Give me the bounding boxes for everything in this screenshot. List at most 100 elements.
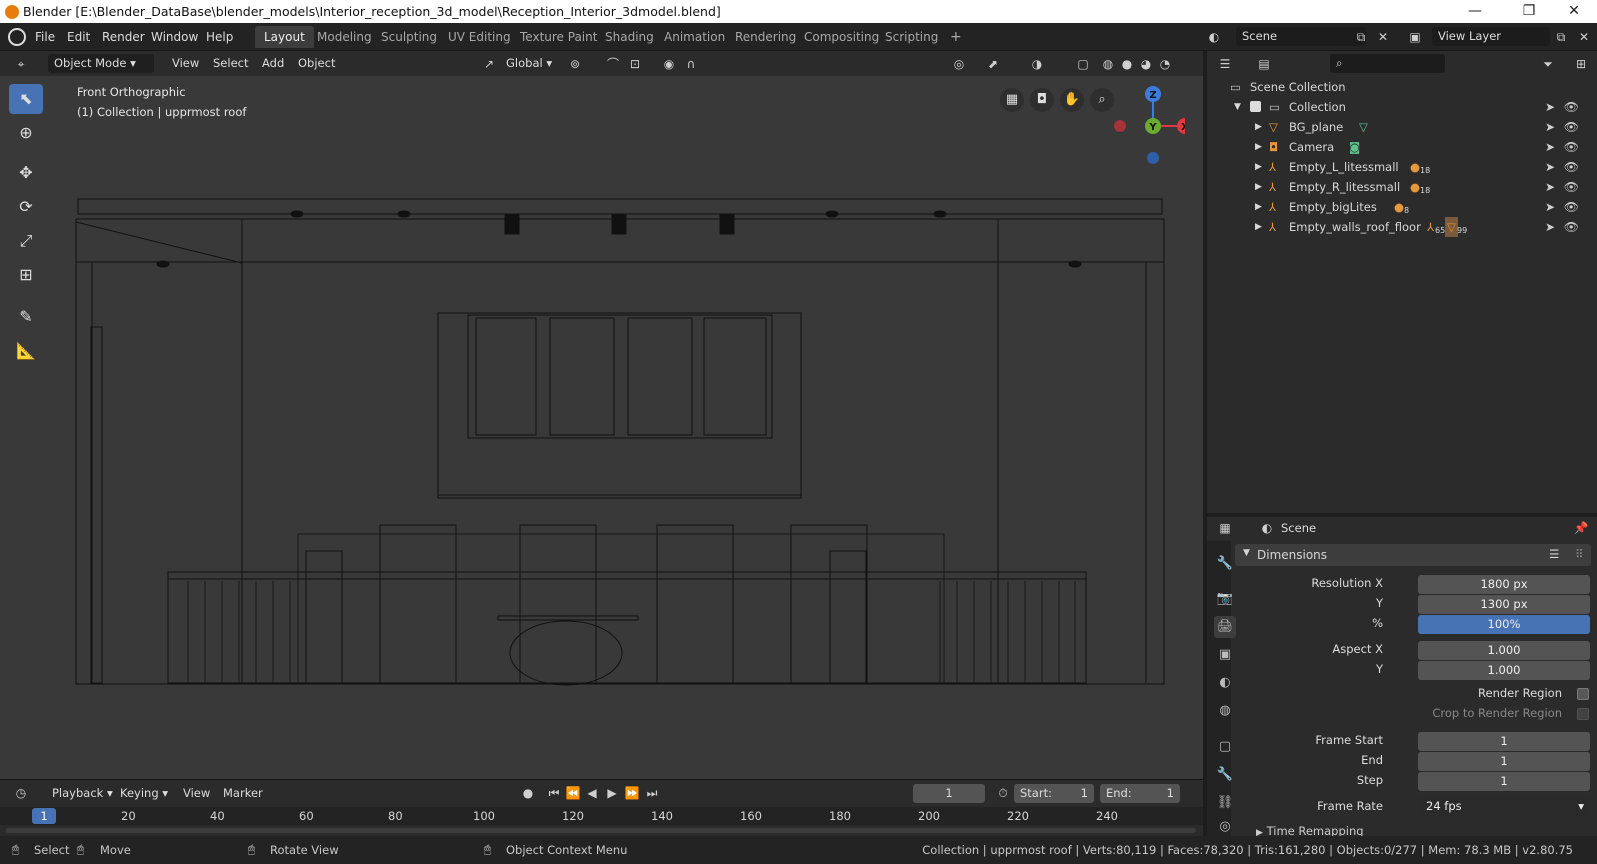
tab-layout[interactable]: Layout <box>255 26 314 48</box>
timeline-menu-playback[interactable]: Playback ▾ <box>46 784 119 803</box>
frame-start-field[interactable]: 1 <box>1418 732 1590 751</box>
new-scene-icon[interactable]: ⧉ <box>1352 28 1370 46</box>
frame-end-field[interactable]: 1 <box>1418 752 1590 771</box>
menu-file[interactable]: File <box>35 28 55 47</box>
resolution-y-field[interactable]: 1300 px <box>1418 595 1590 614</box>
eye-icon[interactable]: 👁 <box>1564 197 1579 217</box>
scene-tab-icon[interactable]: ◐ <box>1214 672 1236 694</box>
tab-shading[interactable]: Shading <box>596 26 663 48</box>
view-layer-icon[interactable]: ▣ <box>1406 28 1424 46</box>
frame-ruler[interactable]: 1 20 40 60 80 100 120 140 160 180 200 22… <box>0 807 1203 825</box>
close-button[interactable]: ✕ <box>1551 0 1597 23</box>
minimize-button[interactable]: — <box>1452 0 1498 23</box>
timeline-menu-keying[interactable]: Keying ▾ <box>114 784 174 803</box>
properties-editor-type-icon[interactable]: ▦ <box>1216 519 1234 537</box>
timeline-editor-type-icon[interactable]: ◷ <box>12 784 30 802</box>
outliner-item-empty-l-litessmall[interactable]: ▶ ⅄ Empty_L_litessmall ● 18 ➤ 👁 <box>1207 157 1597 177</box>
menu-window[interactable]: Window <box>151 28 198 47</box>
scene-icon[interactable]: ◐ <box>1205 28 1223 46</box>
expand-arrow-icon[interactable]: ▶ <box>1255 197 1262 217</box>
world-tab-icon[interactable]: ◍ <box>1214 700 1236 722</box>
tab-scripting[interactable]: Scripting <box>876 26 947 48</box>
mesh-data-icon[interactable]: ▽ <box>1359 117 1368 137</box>
tab-rendering[interactable]: Rendering <box>726 26 805 48</box>
filter-icon[interactable]: ⏷ <box>1539 55 1557 73</box>
add-workspace-button[interactable]: + <box>941 26 971 48</box>
selectable-icon[interactable]: ➤ <box>1545 157 1555 177</box>
outliner-item-camera[interactable]: ▶ ◘ Camera ◙ ➤ 👁 <box>1207 137 1597 157</box>
resolution-x-field[interactable]: 1800 px <box>1418 575 1590 594</box>
render-region-checkbox[interactable] <box>1577 688 1589 700</box>
tab-texture-paint[interactable]: Texture Paint <box>511 26 606 48</box>
aspect-y-field[interactable]: 1.000 <box>1418 661 1590 680</box>
current-frame-field[interactable]: 1 <box>913 784 985 803</box>
tab-uv-editing[interactable]: UV Editing <box>439 26 520 48</box>
output-tab-icon[interactable]: 🖨 <box>1214 616 1236 638</box>
display-mode-icon[interactable]: ▤ <box>1255 55 1273 73</box>
outliner-search-input[interactable]: ⌕ <box>1330 54 1445 73</box>
delete-scene-icon[interactable]: ✕ <box>1374 28 1392 46</box>
timeline-menu-marker[interactable]: Marker <box>217 784 269 803</box>
play-reverse-icon[interactable]: ◀ <box>583 784 601 802</box>
selectable-icon[interactable]: ➤ <box>1545 117 1555 137</box>
child-empty-icon[interactable]: ⅄ <box>1427 217 1434 237</box>
end-frame-field[interactable]: End: 1 <box>1100 784 1180 803</box>
delete-view-layer-icon[interactable]: ✕ <box>1575 28 1593 46</box>
new-view-layer-icon[interactable]: ⧉ <box>1552 28 1570 46</box>
aspect-x-field[interactable]: 1.000 <box>1418 641 1590 660</box>
timeline-scrollbar[interactable] <box>6 828 1196 833</box>
outliner-item-empty-walls-roof-floor[interactable]: ▶ ⅄ Empty_walls_roof_floor ⅄ 65 ▽ 99 ➤ 👁 <box>1207 217 1597 237</box>
menu-edit[interactable]: Edit <box>67 28 90 47</box>
presets-icon[interactable]: ☰ <box>1549 547 1559 561</box>
expand-arrow-icon[interactable]: ▶ <box>1255 117 1262 137</box>
outliner-scene-collection[interactable]: ▭ Scene Collection <box>1207 77 1597 97</box>
selectable-icon[interactable]: ➤ <box>1545 177 1555 197</box>
expand-arrow-icon[interactable]: ▶ <box>1255 177 1262 197</box>
expand-arrow-icon[interactable]: ▶ <box>1255 137 1262 157</box>
outliner-item-bg-plane[interactable]: ▶ ▽ BG_plane ▽ ➤ 👁 <box>1207 117 1597 137</box>
jump-start-icon[interactable]: ⏮ <box>545 784 563 802</box>
modifier-tab-icon[interactable]: 🔧 <box>1214 764 1236 786</box>
eye-icon[interactable]: 👁 <box>1564 157 1579 177</box>
prev-keyframe-icon[interactable]: ⏪ <box>564 784 582 802</box>
playhead-frame[interactable]: 1 <box>32 808 56 824</box>
new-collection-icon[interactable]: ⊞ <box>1572 55 1590 73</box>
light-icon[interactable]: ● <box>1410 177 1420 197</box>
selectable-icon[interactable]: ➤ <box>1545 137 1555 157</box>
tab-modeling[interactable]: Modeling <box>308 26 381 48</box>
selectable-icon[interactable]: ➤ <box>1545 217 1555 237</box>
jump-end-icon[interactable]: ⏭ <box>643 784 661 802</box>
light-icon[interactable]: ● <box>1394 197 1404 217</box>
play-icon[interactable]: ▶ <box>603 784 621 802</box>
eye-icon[interactable]: 👁 <box>1564 217 1579 237</box>
dimensions-panel-header[interactable]: ▼ Dimensions ☰ ⠿ <box>1235 544 1591 566</box>
outliner-editor-type-icon[interactable]: ☰ <box>1216 55 1234 73</box>
data-tab-icon[interactable]: ◎ <box>1214 816 1236 838</box>
constraints-tab-icon[interactable]: ⛓ <box>1214 792 1236 814</box>
frame-rate-selector[interactable]: 24 fps ▾ <box>1418 797 1590 816</box>
eye-icon[interactable]: 👁 <box>1564 117 1579 137</box>
outliner-collection[interactable]: ▼ ▭ Collection ➤ 👁 <box>1207 97 1597 117</box>
next-keyframe-icon[interactable]: ⏩ <box>623 784 641 802</box>
scene-selector[interactable]: Scene <box>1236 27 1366 46</box>
tab-sculpting[interactable]: Sculpting <box>372 26 446 48</box>
stopwatch-icon[interactable]: ⏱ <box>994 784 1012 802</box>
render-tab-icon[interactable]: 📷 <box>1214 588 1236 610</box>
view-layer-tab-icon[interactable]: ▣ <box>1214 644 1236 666</box>
tab-animation[interactable]: Animation <box>655 26 734 48</box>
selectable-icon[interactable]: ➤ <box>1545 97 1555 117</box>
restore-button[interactable]: ❐ <box>1506 0 1552 23</box>
expand-arrow-icon[interactable]: ▶ <box>1255 217 1262 237</box>
start-frame-field[interactable]: Start: 1 <box>1014 784 1094 803</box>
expand-arrow-icon[interactable]: ▶ <box>1255 157 1262 177</box>
tool-tab-icon[interactable]: 🔧 <box>1214 553 1236 575</box>
object-tab-icon[interactable]: ▢ <box>1214 736 1236 758</box>
time-remapping-header[interactable]: ▶ Time Remapping <box>1256 824 1364 836</box>
pin-icon[interactable]: 📌 <box>1572 519 1590 537</box>
record-icon[interactable]: ● <box>519 784 537 802</box>
drag-handle-icon[interactable]: ⠿ <box>1575 547 1583 561</box>
timeline-menu-view[interactable]: View <box>177 784 216 803</box>
blender-menu-icon[interactable] <box>8 28 26 46</box>
crop-region-checkbox[interactable] <box>1577 708 1589 720</box>
menu-help[interactable]: Help <box>206 28 233 47</box>
